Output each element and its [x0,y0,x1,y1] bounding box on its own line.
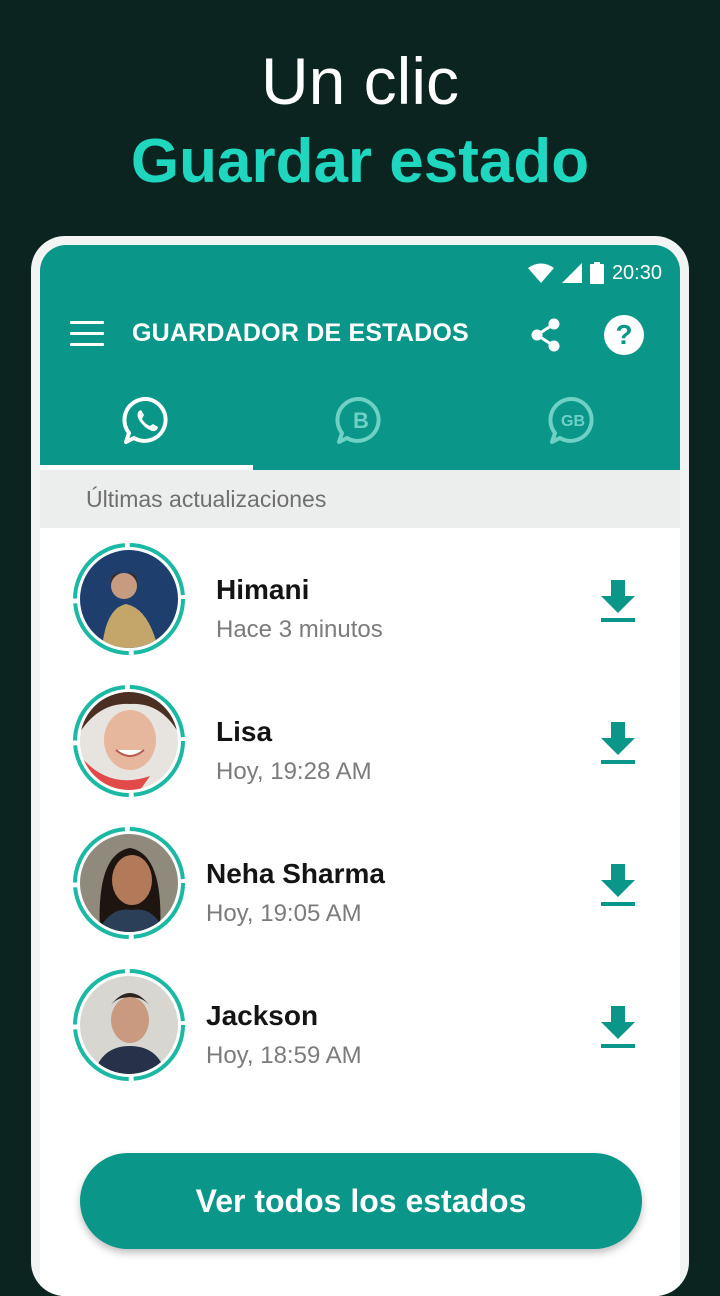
avatar [80,692,178,790]
list-item[interactable]: Lisa Hoy, 19:28 AM [40,670,680,812]
status-list: Himani Hace 3 minutos Lisa Hoy, 19:28 AM [40,528,680,1096]
tab-gb-whatsapp[interactable]: GB [467,385,680,470]
tab-whatsapp-business[interactable]: B [253,385,466,470]
avatar-ring [72,684,186,798]
whatsapp-business-icon: B [335,396,381,444]
whatsapp-icon [122,396,168,444]
menu-icon[interactable] [70,321,104,349]
download-icon[interactable] [598,578,638,624]
avatar [80,550,178,648]
status-time-label: Hoy, 19:28 AM [216,758,372,785]
download-icon[interactable] [598,1004,638,1050]
avatar [80,976,178,1074]
app-bar: 20:30 GUARDADOR DE ESTADOS ? B GB [40,245,680,470]
tab-badge-b: B [353,408,369,433]
download-icon[interactable] [598,720,638,766]
app-screen: 20:30 GUARDADOR DE ESTADOS ? B GB Última… [40,245,680,1296]
phone-frame: 20:30 GUARDADOR DE ESTADOS ? B GB Última… [31,236,689,1296]
tab-bar: B GB [40,385,680,470]
list-item[interactable]: Neha Sharma Hoy, 19:05 AM [40,812,680,954]
tab-whatsapp[interactable] [40,385,254,470]
avatar-ring [72,968,186,1082]
section-header: Últimas actualizaciones [40,470,680,528]
status-time-label: Hace 3 minutos [216,616,383,643]
toolbar: GUARDADOR DE ESTADOS ? [40,303,680,367]
signal-icon [561,263,582,283]
avatar [80,834,178,932]
headline-line-1: Un clic [260,44,460,118]
section-title: Últimas actualizaciones [86,486,327,512]
contact-name: Jackson [206,1000,319,1031]
help-icon[interactable]: ? [604,315,644,355]
status-time-label: Hoy, 18:59 AM [206,1042,362,1069]
promo-headline: Un clic Guardar estado [0,40,720,200]
list-item[interactable]: Himani Hace 3 minutos [40,528,680,670]
list-item[interactable]: Jackson Hoy, 18:59 AM [40,954,680,1096]
contact-name: Neha Sharma [206,858,385,889]
avatar-ring [72,826,186,940]
status-time-label: Hoy, 19:05 AM [206,900,362,927]
status-bar: 20:30 [527,261,662,285]
view-all-statuses-button[interactable]: Ver todos los estados [80,1153,642,1249]
wifi-icon [527,263,554,283]
contact-name: Lisa [216,716,273,747]
avatar-ring [72,542,186,656]
battery-icon [589,262,604,284]
tab-badge-gb: GB [561,413,585,430]
share-icon[interactable] [528,317,564,353]
status-time: 20:30 [611,261,662,284]
gb-whatsapp-icon: GB [548,396,594,444]
contact-name: Himani [216,574,310,605]
app-title: GUARDADOR DE ESTADOS [132,319,469,347]
download-icon[interactable] [598,862,638,908]
headline-line-2: Guardar estado [130,127,590,196]
